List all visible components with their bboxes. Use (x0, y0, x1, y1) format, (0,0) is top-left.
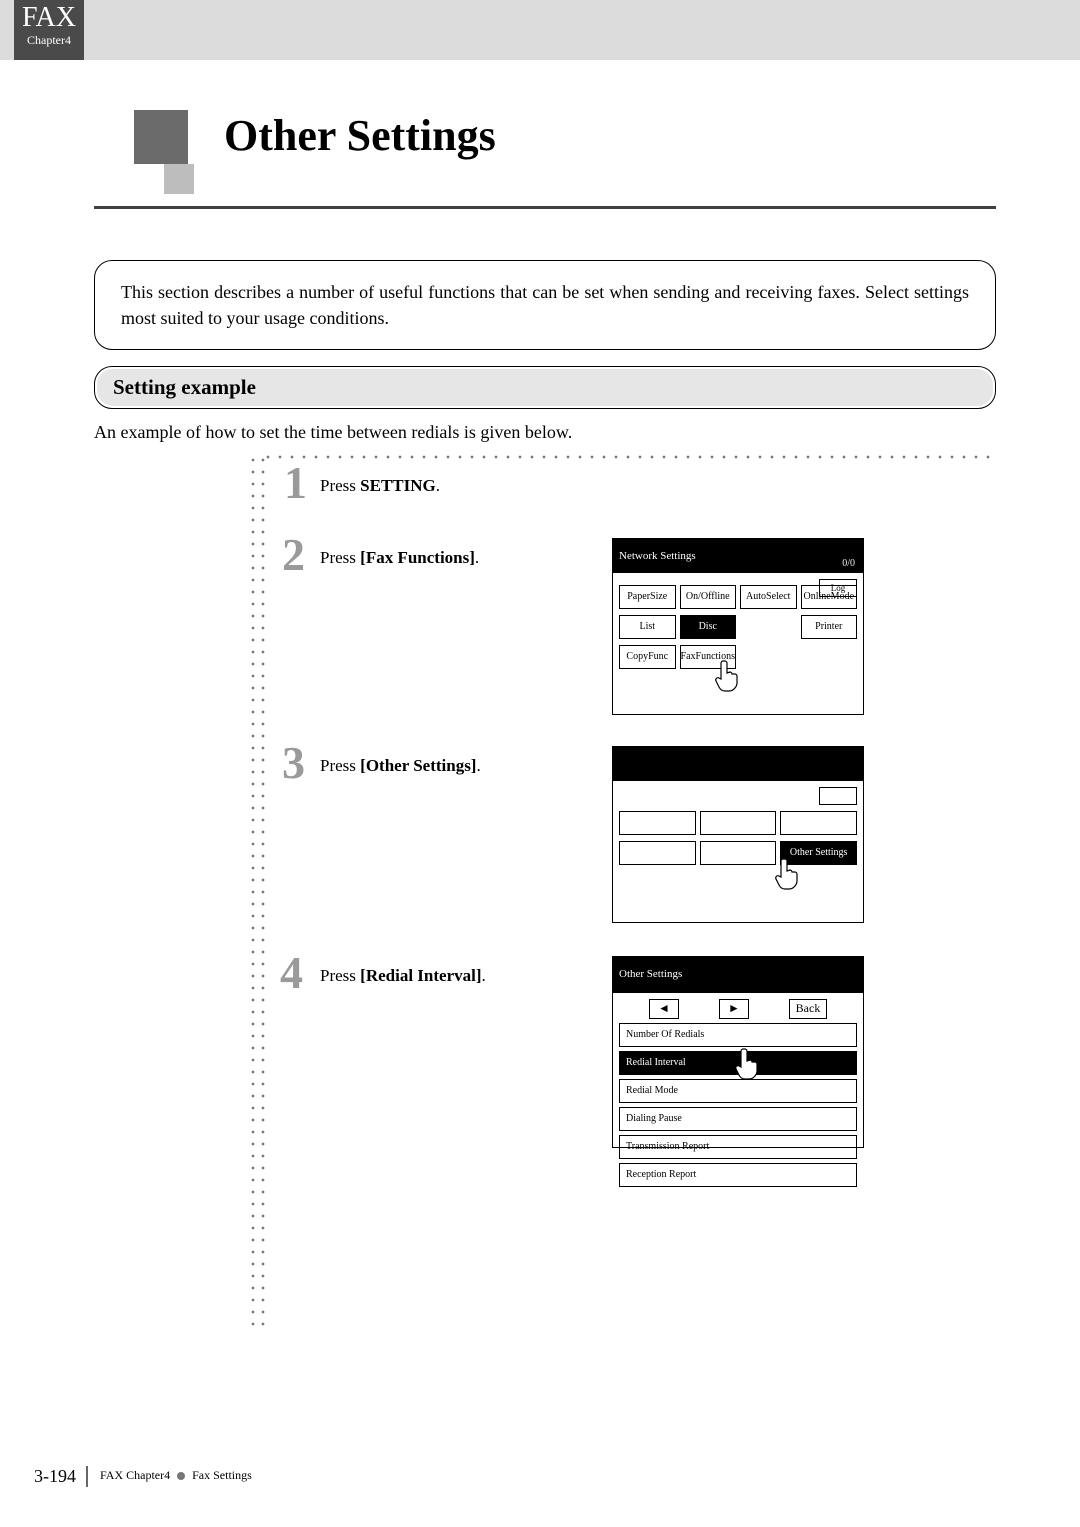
screenshot-1-tag: Log (819, 579, 857, 597)
example-lead: An example of how to set the time betwee… (94, 422, 572, 443)
screenshot-2-titlebar (613, 747, 863, 781)
step-text-3: Press [Other Settings]. (320, 756, 481, 776)
screen1-btn-list[interactable]: List (619, 615, 676, 639)
bullet-icon (177, 1472, 185, 1480)
header-title: FAX (14, 0, 84, 33)
footer-text: FAX Chapter4 Fax Settings (100, 1468, 252, 1483)
screen2-btn-c[interactable] (780, 811, 857, 835)
screenshot-3-body: ◄ ► Back Number Of Redials Redial Interv… (613, 993, 863, 1193)
title-icon (94, 110, 214, 200)
intro-text: This section describes a number of usefu… (121, 282, 969, 328)
step-text-4: Press [Redial Interval]. (320, 966, 486, 986)
screenshot-1-titlebar: Network Settings 0/0 (613, 539, 863, 573)
step-number-2: 2 (282, 528, 305, 581)
screen2-btn-d[interactable] (619, 841, 696, 865)
step-text-2: Press [Fax Functions]. (320, 548, 479, 568)
back-button[interactable]: Back (789, 999, 827, 1019)
pointer-hand-icon (773, 857, 801, 891)
list-item-redials[interactable]: Number Of Redials (619, 1023, 857, 1047)
step-number-1: 1 (284, 456, 307, 509)
screen1-btn-disc[interactable]: Disc (680, 615, 737, 639)
header-band (0, 0, 1080, 60)
screenshot-3-titlebar: Other Settings (613, 957, 863, 993)
step-text-1: Press SETTING. (320, 476, 440, 496)
screen2-btn-e[interactable] (700, 841, 777, 865)
square-icon-small (164, 164, 194, 194)
pointer-hand-icon (713, 659, 741, 693)
header-tab: FAX Chapter4 (14, 0, 84, 60)
title-rule (94, 206, 996, 209)
screenshot-2-tag (819, 787, 857, 805)
list-item-redial-mode[interactable]: Redial Mode (619, 1079, 857, 1103)
step-number-4: 4 (280, 946, 303, 999)
screen1-btn-copyfunc[interactable]: CopyFunc (619, 645, 676, 669)
square-icon-large (134, 110, 188, 164)
page-number: 3-194 (34, 1466, 88, 1487)
dotted-vertical-2 (260, 454, 266, 1327)
screenshot-3-nav: ◄ ► Back (619, 999, 857, 1019)
screen1-btn-printer[interactable]: Printer (801, 615, 858, 639)
pointer-hand-icon (733, 1047, 761, 1081)
step-number-3: 3 (282, 736, 305, 789)
subheading-pill: Setting example (94, 366, 996, 409)
screenshot-2: Other Settings (612, 746, 864, 923)
subheading-text: Setting example (97, 369, 993, 406)
intro-box: This section describes a number of usefu… (94, 260, 996, 350)
screen1-btn-onoffline[interactable]: On/Offline (680, 585, 737, 609)
list-item-tx-report[interactable]: Transmission Report (619, 1135, 857, 1159)
page-title: Other Settings (224, 110, 496, 161)
dotted-horizontal (262, 454, 996, 460)
prev-arrow-icon[interactable]: ◄ (649, 999, 679, 1019)
list-item-dialing-pause[interactable]: Dialing Pause (619, 1107, 857, 1131)
screen2-btn-b[interactable] (700, 811, 777, 835)
screenshot-2-body: Other Settings (613, 799, 863, 871)
manual-page: FAX Chapter4 Other Settings This section… (0, 0, 1080, 1527)
screenshot-1: Network Settings 0/0 Log PaperSize On/Of… (612, 538, 864, 715)
header-subtitle: Chapter4 (14, 33, 84, 47)
screen1-btn-autoselect[interactable]: AutoSelect (740, 585, 797, 609)
screenshot-3: Other Settings ◄ ► Back Number Of Redial… (612, 956, 864, 1148)
list-item-rx-report[interactable]: Reception Report (619, 1163, 857, 1187)
screen1-btn-papersize[interactable]: PaperSize (619, 585, 676, 609)
screen2-btn-a[interactable] (619, 811, 696, 835)
dotted-vertical-1 (250, 454, 256, 1327)
next-arrow-icon[interactable]: ► (719, 999, 749, 1019)
